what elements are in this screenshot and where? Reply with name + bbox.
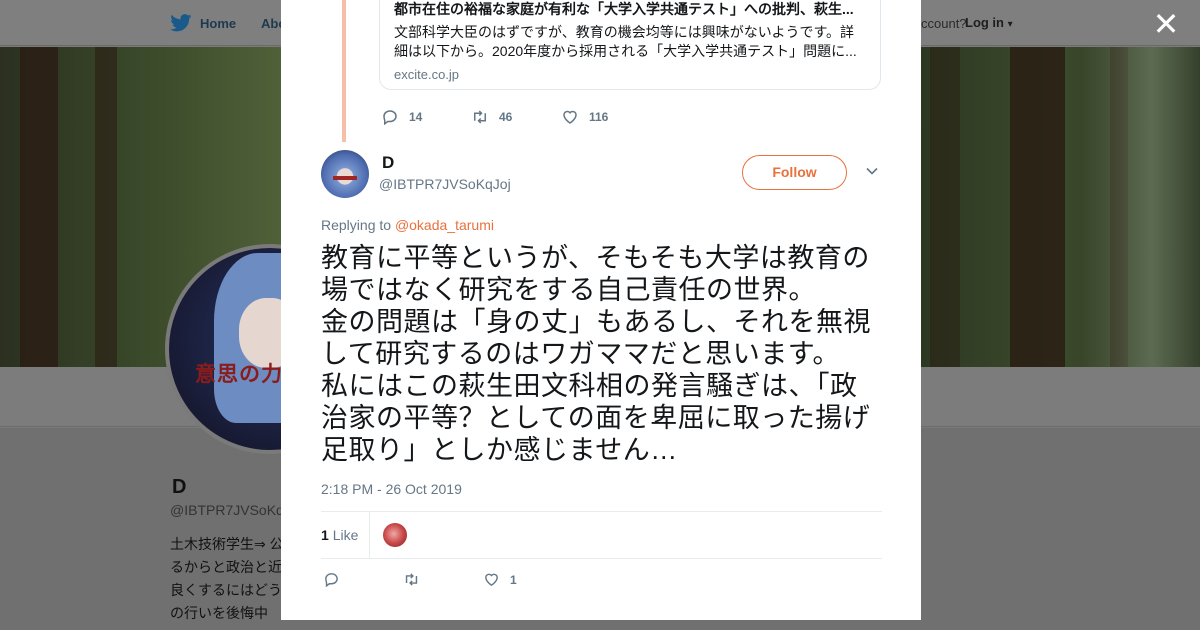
liker-avatar[interactable] xyxy=(383,523,407,547)
twitter-bird-icon xyxy=(170,14,192,32)
divider xyxy=(321,511,882,512)
chevron-down-icon[interactable] xyxy=(865,164,879,178)
reply-button[interactable] xyxy=(323,571,403,588)
author-handle[interactable]: @IBTPR7JVSoKqJoj xyxy=(379,176,511,192)
retweet-count: 46 xyxy=(499,110,513,124)
retweet-icon xyxy=(474,110,486,124)
footer-like-count: 1 xyxy=(510,572,517,587)
like-button[interactable]: 1 xyxy=(483,571,563,588)
tweet-actions: 1 xyxy=(323,571,563,588)
like-count: 116 xyxy=(589,110,609,124)
likes-summary[interactable]: 1 Like xyxy=(321,527,358,543)
tweet-text: 教育に平等というが、そもそも大学は教育の 場ではなく研究をする自己責任の世界。 … xyxy=(321,243,871,465)
likes-separator xyxy=(369,512,370,558)
caret-down-icon: ▾ xyxy=(1007,19,1013,30)
close-icon[interactable]: ✕ xyxy=(1150,8,1182,40)
tweet-modal: 都市在住の裕福な家庭が有利な「大学入学共通テスト」への批判、萩生... 文部科学… xyxy=(281,0,921,620)
follow-button[interactable]: Follow xyxy=(742,155,847,190)
tweet-timestamp[interactable]: 2:18 PM - 26 Oct 2019 xyxy=(321,481,462,497)
replying-prefix: Replying to xyxy=(321,217,392,233)
like-button[interactable]: 116 xyxy=(561,108,608,126)
reply-button[interactable]: 14 xyxy=(381,108,451,126)
divider xyxy=(321,558,882,559)
nav-home-label: Home xyxy=(200,15,237,31)
account-prompt: ccount? xyxy=(921,16,967,31)
likes-count-number: 1 xyxy=(321,527,329,543)
replying-to: Replying to @okada_tarumi xyxy=(321,217,494,233)
reply-icon xyxy=(383,110,397,126)
link-card-description: 文部科学大臣のはずですが、教育の機会均等には興味がないようです。詳細は以下から。… xyxy=(394,24,857,59)
previous-tweet-actions: 14 46 116 xyxy=(381,108,608,126)
login-link[interactable]: Log in ▾ xyxy=(965,15,1013,30)
profile-name: D xyxy=(172,476,187,498)
retweet-button[interactable] xyxy=(403,571,483,588)
profile-handle[interactable]: @IBTPR7JVSoKq xyxy=(170,502,284,518)
reply-icon xyxy=(325,573,338,588)
login-label: Log in xyxy=(965,15,1004,30)
heart-icon xyxy=(563,110,577,124)
link-card-domain: excite.co.jp xyxy=(394,67,460,82)
avatar-caption: 意思の力 xyxy=(195,361,283,386)
link-card-title: 都市在住の裕福な家庭が有利な「大学入学共通テスト」への批判、萩生... xyxy=(394,1,854,17)
author-avatar[interactable] xyxy=(321,150,369,198)
likes-label: Like xyxy=(332,527,359,543)
retweet-icon xyxy=(405,573,418,586)
replying-handle-link[interactable]: @okada_tarumi xyxy=(395,217,494,233)
heart-icon xyxy=(485,573,498,587)
profile-bio: 土木技術学生⇒ 公 るからと政治と近 良くするにはどう の行いを後悔中 xyxy=(170,536,284,621)
author-name[interactable]: D xyxy=(382,153,394,173)
nav-home[interactable]: Home xyxy=(170,14,236,32)
link-card[interactable]: 都市在住の裕福な家庭が有利な「大学入学共通テスト」への批判、萩生... 文部科学… xyxy=(379,0,881,90)
thread-line xyxy=(342,0,346,142)
reply-count: 14 xyxy=(409,110,423,124)
retweet-button[interactable]: 46 xyxy=(471,108,541,126)
